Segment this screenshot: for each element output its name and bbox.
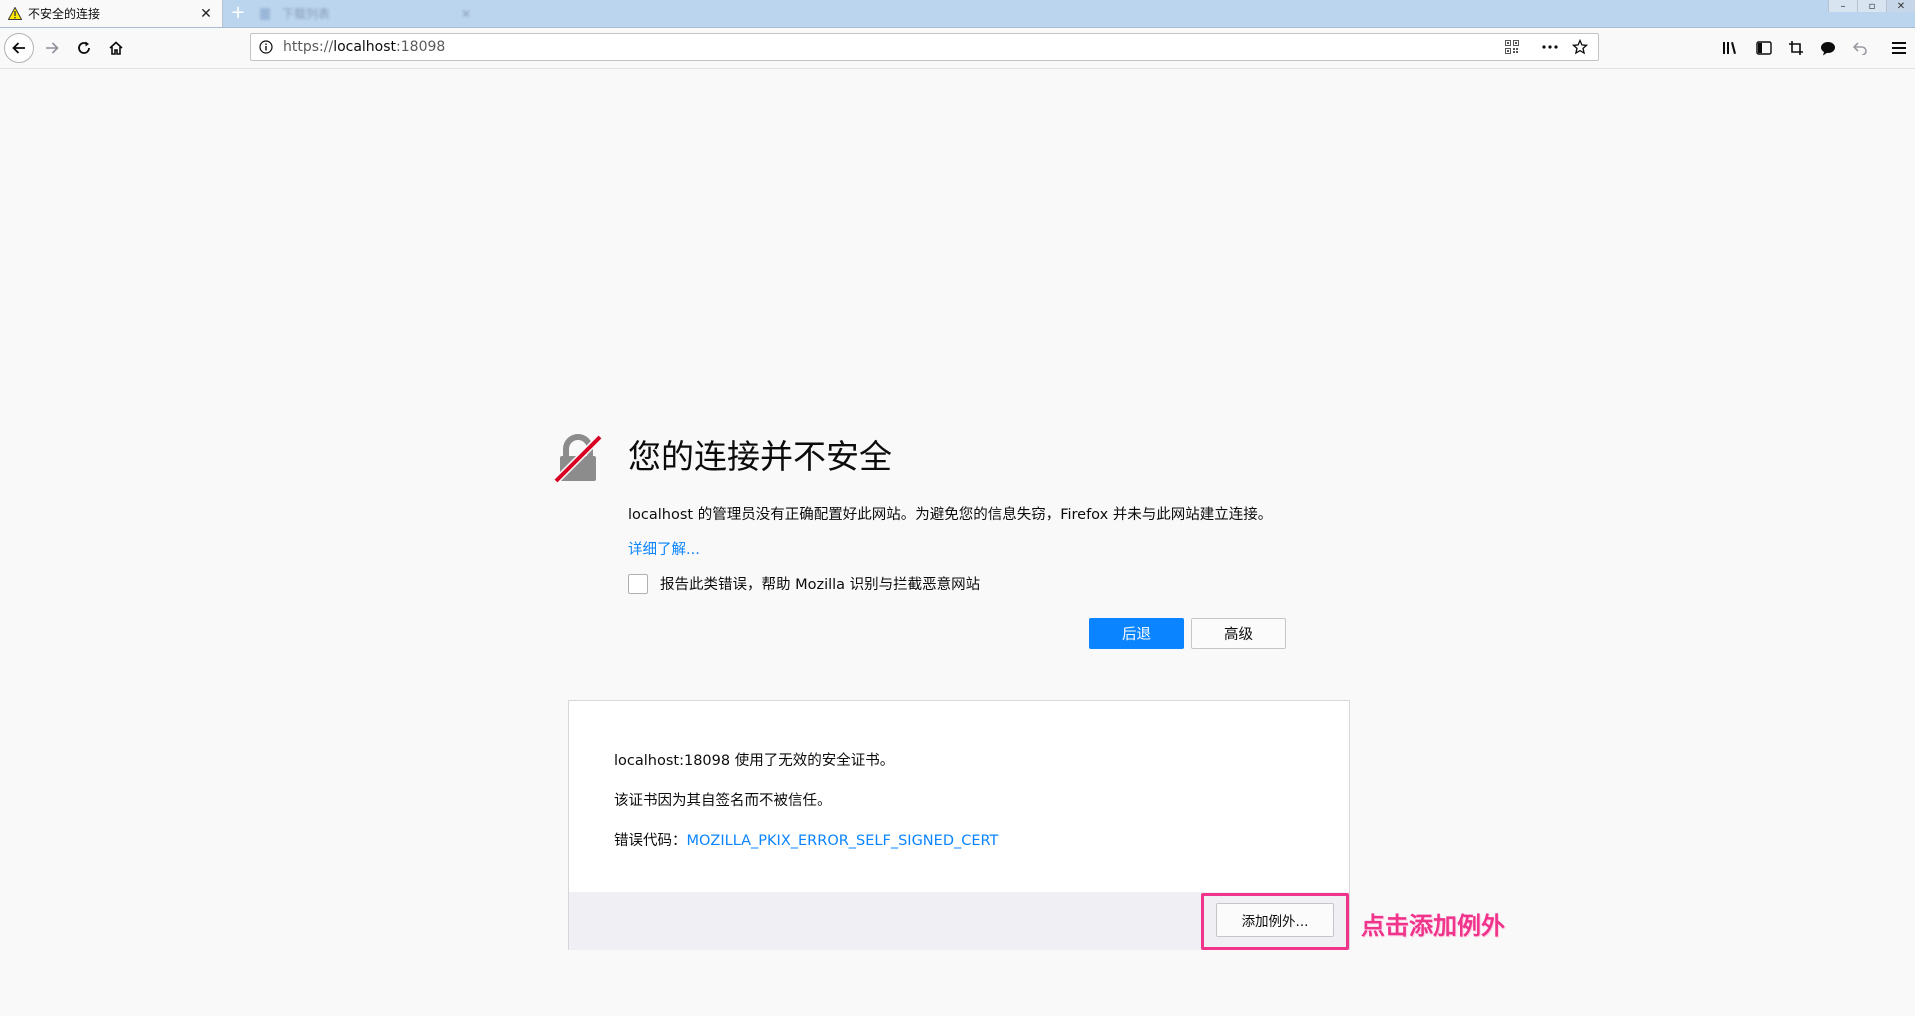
url-port: :18098 <box>396 39 446 55</box>
url-scheme: https:// <box>283 39 334 55</box>
error-code-label: 错误代码： <box>614 833 687 849</box>
broken-lock-icon <box>553 434 603 484</box>
advanced-button[interactable]: 高级 <box>1191 618 1286 649</box>
undo-button[interactable] <box>1852 36 1868 60</box>
window-controls: – ▫ ✕ <box>1828 0 1915 12</box>
tab-active[interactable]: 不安全的连接 ✕ <box>0 0 223 27</box>
hamburger-menu-icon <box>1892 42 1906 54</box>
url-bar[interactable]: https://localhost:18098 <box>250 33 1599 61</box>
undo-icon <box>1852 42 1867 55</box>
library-icon <box>1723 42 1736 54</box>
back-arrow-icon <box>12 42 25 54</box>
navigation-toolbar: https://localhost:18098 <box>0 28 1915 69</box>
chat-bubble-icon <box>1821 41 1835 55</box>
tab-title: 不安全的连接 <box>28 7 101 21</box>
home-button[interactable] <box>104 36 128 60</box>
back-button[interactable] <box>4 33 34 63</box>
restore-icon[interactable]: ▫ <box>1857 0 1886 12</box>
menu-button[interactable] <box>1891 36 1907 60</box>
error-code-link[interactable]: MOZILLA_PKIX_ERROR_SELF_SIGNED_CERT <box>687 833 999 849</box>
cert-reason-text: 该证书因为其自签名而不被信任。 <box>614 793 832 809</box>
tab-background[interactable]: 下载列表 ✕ <box>252 3 477 24</box>
site-info-icon[interactable] <box>259 40 273 54</box>
reload-icon <box>78 41 90 54</box>
screenshot-button[interactable] <box>1788 36 1804 60</box>
page-icon <box>260 7 270 20</box>
go-back-button[interactable]: 后退 <box>1089 618 1184 649</box>
tab-title-blurred: 下载列表 <box>282 7 331 21</box>
error-code-row: 错误代码：MOZILLA_PKIX_ERROR_SELF_SIGNED_CERT <box>614 829 998 850</box>
tab-close-icon[interactable]: ✕ <box>461 7 471 21</box>
error-description: localhost 的管理员没有正确配置好此网站。为避免您的信息失窃，Firef… <box>628 507 1273 523</box>
reload-button[interactable] <box>72 36 96 60</box>
forward-button[interactable] <box>40 36 64 60</box>
home-icon <box>109 41 123 55</box>
learn-more-link[interactable]: 详细了解... <box>628 538 700 559</box>
annotation-highlight-box <box>1201 893 1349 950</box>
url-host: localhost <box>333 39 397 55</box>
window-close-icon[interactable]: ✕ <box>1886 0 1915 12</box>
report-error-row: 报告此类错误，帮助 Mozilla 识别与拦截恶意网站 <box>628 573 980 594</box>
page-actions-icon[interactable] <box>1538 35 1562 59</box>
url-text[interactable]: https://localhost:18098 <box>283 39 1500 55</box>
new-tab-button[interactable]: + <box>228 3 248 23</box>
tab-strip: 不安全的连接 ✕ + 下载列表 ✕ – ▫ ✕ <box>0 0 1915 28</box>
library-button[interactable] <box>1722 36 1740 60</box>
crop-icon <box>1789 41 1803 55</box>
qr-code-icon[interactable] <box>1500 35 1524 59</box>
sidebar-button[interactable] <box>1756 36 1772 60</box>
sidebar-icon <box>1756 41 1772 55</box>
bookmark-star-icon[interactable] <box>1568 35 1592 59</box>
error-title: 您的连接并不安全 <box>628 437 892 476</box>
report-error-label[interactable]: 报告此类错误，帮助 Mozilla 识别与拦截恶意网站 <box>660 573 980 594</box>
warning-icon <box>8 7 22 21</box>
minimize-icon[interactable]: – <box>1828 0 1857 12</box>
annotation-text: 点击添加例外 <box>1361 912 1505 940</box>
chat-button[interactable] <box>1820 36 1836 60</box>
report-error-checkbox[interactable] <box>628 573 648 594</box>
forward-arrow-icon <box>46 42 59 54</box>
tab-close-icon[interactable]: ✕ <box>198 6 214 22</box>
cert-invalid-text: localhost:18098 使用了无效的安全证书。 <box>614 753 895 769</box>
